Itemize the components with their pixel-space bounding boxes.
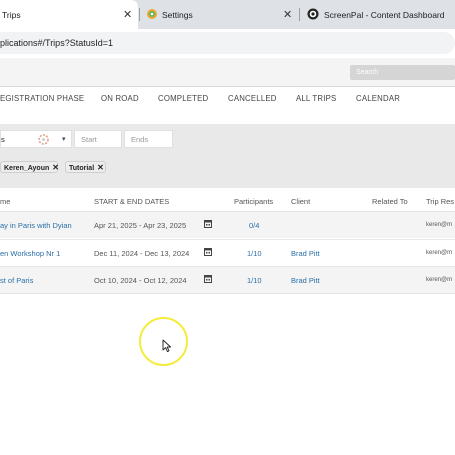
trip-dates: Oct 10, 2024 - Oct 12, 2024 [94, 276, 187, 285]
tab-title: Settings [162, 9, 193, 20]
close-icon[interactable]: ✕ [283, 8, 292, 21]
chip-label: Tutorial [69, 165, 95, 172]
table-row[interactable]: en Workshop Nr 1 Dec 11, 2024 - Dec 13, … [0, 239, 455, 266]
participants-count[interactable]: 1/10 [247, 276, 262, 285]
trip-name-link[interactable]: ay in Paris with Dyian [0, 221, 72, 230]
trip-res-email: keren@m [426, 250, 453, 256]
tab-completed[interactable]: COMPLETED [158, 94, 208, 103]
client-link[interactable]: Brad Pitt [291, 276, 320, 285]
screenpal-favicon-icon [307, 8, 319, 20]
mouse-pointer-icon [162, 339, 172, 353]
chevron-down-icon: ▾ [62, 136, 66, 143]
trip-name-link[interactable]: st of Paris [0, 276, 33, 285]
url-field[interactable]: plications#/Trips?StatusId=1 [0, 32, 455, 54]
table-row[interactable]: ay in Paris with Dyian Apr 21, 2025 - Ap… [0, 212, 455, 238]
settings-favicon-icon [147, 9, 157, 19]
status-select-value: s [1, 135, 5, 144]
col-related[interactable]: Related To [372, 197, 408, 206]
browser-tab-settings[interactable]: Settings ✕ [140, 0, 298, 29]
trip-name-link[interactable]: en Workshop Nr 1 [0, 249, 60, 258]
browser-tab-trips[interactable]: Trips ✕ [0, 0, 138, 29]
filter-chip-keren: Keren_Ayoun ✕ [0, 161, 59, 173]
participants-count[interactable]: 1/10 [247, 249, 262, 258]
remove-chip-icon[interactable]: ✕ [52, 163, 59, 172]
trip-status-tabs: EGISTRATION PHASE ON ROAD COMPLETED CANC… [0, 90, 455, 110]
trip-dates: Apr 21, 2025 - Apr 23, 2025 [94, 221, 187, 230]
browser-tab-strip: Trips ✕ Settings ✕ ScreenPal - Content D… [0, 0, 455, 29]
remove-chip-icon[interactable]: ✕ [97, 163, 104, 172]
tab-registration-phase[interactable]: EGISTRATION PHASE [0, 94, 84, 103]
calendar-icon[interactable] [204, 247, 212, 256]
col-trip-res[interactable]: Trip Res [426, 197, 454, 206]
address-bar: plications#/Trips?StatusId=1 [0, 29, 455, 56]
trip-res-email: keren@m [426, 277, 453, 283]
col-name[interactable]: me [0, 197, 10, 206]
col-client[interactable]: Client [291, 197, 310, 206]
chip-label: Keren_Ayoun [4, 165, 50, 172]
col-participants[interactable]: Participants [234, 197, 273, 206]
tab-on-road[interactable]: ON ROAD [101, 94, 139, 103]
tab-cancelled[interactable]: CANCELLED [228, 94, 277, 103]
spinner-icon [38, 134, 49, 145]
end-date-input[interactable]: Ends [124, 130, 173, 148]
client-link[interactable]: Brad Pitt [291, 249, 320, 258]
trip-dates: Dec 11, 2024 - Dec 13, 2024 [94, 249, 190, 258]
browser-tab-screenpal[interactable]: ScreenPal - Content Dashboard [300, 0, 455, 29]
tab-all-trips[interactable]: ALL TRIPS [296, 94, 336, 103]
app-header: Search [0, 58, 455, 87]
table-row[interactable]: st of Paris Oct 10, 2024 - Oct 12, 2024 … [0, 266, 455, 294]
participants-count[interactable]: 0/4 [249, 221, 259, 230]
tab-calendar[interactable]: CALENDAR [356, 94, 400, 103]
calendar-icon[interactable] [204, 219, 212, 228]
close-icon[interactable]: ✕ [123, 8, 132, 21]
url-text: plications#/Trips?StatusId=1 [0, 38, 113, 48]
start-date-input[interactable]: Start [74, 130, 122, 148]
calendar-icon[interactable] [204, 274, 212, 283]
search-input[interactable]: Search [350, 65, 455, 80]
tab-title: ScreenPal - Content Dashboard [324, 9, 445, 20]
tab-title: Trips [2, 9, 21, 20]
filter-panel: s ▾ Start Ends Keren_Ayoun ✕ Tutorial ✕ [0, 124, 455, 188]
trip-res-email: keren@m [426, 222, 453, 228]
status-select[interactable]: s ▾ [0, 130, 72, 148]
filter-chip-tutorial: Tutorial ✕ [65, 161, 106, 173]
col-dates[interactable]: START & END DATES [94, 197, 169, 206]
